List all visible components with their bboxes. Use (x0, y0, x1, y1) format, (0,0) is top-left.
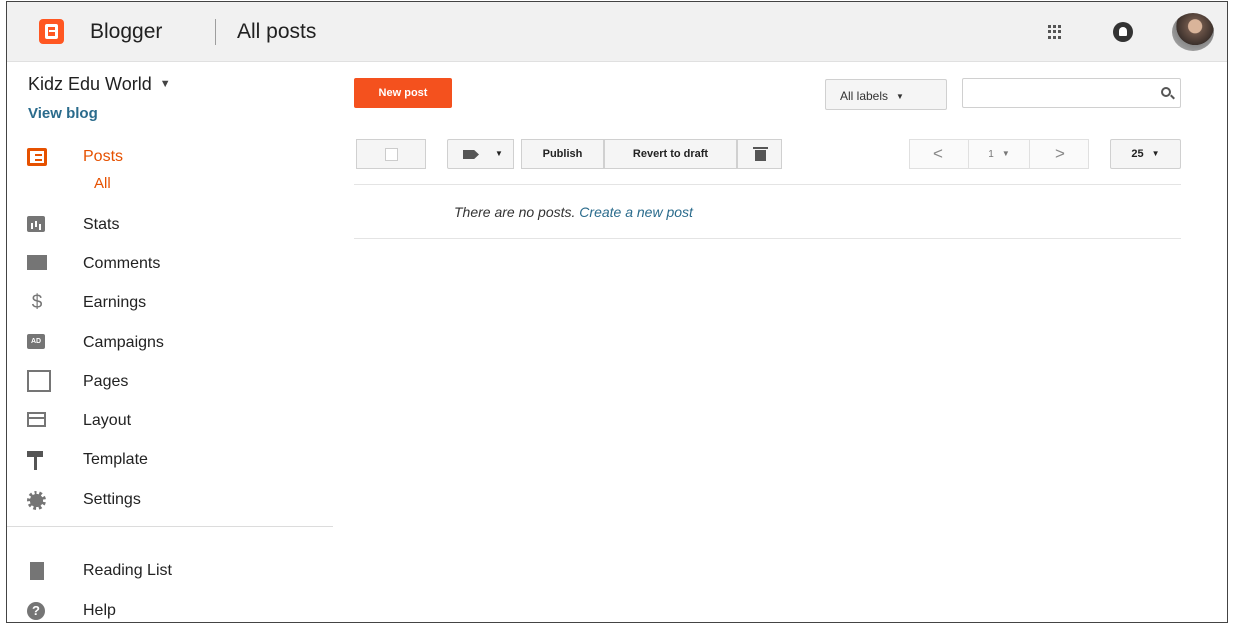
sidebar-item-label: Help (83, 602, 116, 619)
header-divider (215, 19, 216, 45)
blogger-logo-icon[interactable] (39, 19, 64, 44)
tag-icon (463, 150, 479, 159)
sidebar-item-label: Posts (83, 148, 124, 165)
labels-filter-dropdown[interactable]: All labels ▼ (825, 79, 947, 110)
sidebar-item-label: Comments (83, 255, 161, 272)
create-post-link[interactable]: Create a new post (579, 204, 693, 220)
chevron-down-icon: ▼ (1001, 149, 1010, 158)
notifications-icon[interactable] (1113, 22, 1133, 42)
sidebar-item-label: Stats (83, 216, 120, 233)
sidebar-item-earnings[interactable]: $ Earnings (7, 286, 333, 320)
sidebar-item-comments[interactable]: Comments (7, 247, 333, 281)
settings-icon (27, 491, 46, 510)
sidebar-item-label: Layout (83, 412, 132, 429)
comments-icon (27, 255, 47, 270)
sidebar-item-stats[interactable]: Stats (7, 208, 333, 242)
delete-button[interactable] (737, 139, 782, 169)
list-top-divider (354, 184, 1181, 185)
page-number: 1 (988, 149, 994, 160)
publish-button[interactable]: Publish (521, 139, 604, 169)
select-all-checkbox[interactable] (356, 139, 426, 169)
sidebar-item-label: Pages (83, 373, 129, 390)
reading-list-icon (30, 562, 44, 580)
posts-per-page-dropdown[interactable]: 25 ▼ (1110, 139, 1181, 169)
avatar[interactable] (1172, 13, 1214, 51)
layout-icon (27, 412, 46, 427)
stats-icon (27, 216, 45, 232)
pages-icon (27, 370, 51, 392)
chevron-down-icon: ▼ (1151, 149, 1160, 158)
search-icon[interactable] (1161, 87, 1171, 97)
sidebar-item-settings[interactable]: Settings (7, 483, 333, 517)
page-title: All posts (237, 20, 317, 43)
sidebar-item-label: Campaigns (83, 334, 164, 351)
sidebar-item-campaigns[interactable]: AD Campaigns (7, 326, 333, 360)
sidebar-item-label: Earnings (83, 294, 147, 311)
trash-icon (753, 147, 768, 161)
sidebar: Kidz Edu World ▼ View blog Posts All Stat… (7, 62, 333, 622)
sidebar-item-layout[interactable]: Layout (7, 404, 333, 438)
help-icon: ? (27, 602, 45, 620)
page-number-dropdown[interactable]: 1 ▼ (968, 140, 1030, 168)
sidebar-item-template[interactable]: Template (7, 443, 333, 477)
posts-icon (27, 148, 47, 166)
sidebar-item-label: Settings (83, 491, 141, 508)
sidebar-divider (7, 526, 333, 527)
search-input[interactable] (962, 78, 1181, 108)
sidebar-item-pages[interactable]: Pages (7, 365, 333, 399)
empty-state-text: There are no posts. (454, 204, 576, 220)
blog-name: Kidz Edu World (28, 74, 152, 94)
earnings-icon: $ (31, 292, 43, 313)
list-bottom-divider (354, 238, 1181, 239)
campaigns-icon: AD (27, 334, 45, 349)
pagination: < 1 ▼ > (909, 139, 1089, 169)
sidebar-subitem-all[interactable]: All (94, 175, 111, 192)
next-page-button[interactable]: > (1032, 140, 1088, 168)
sidebar-item-posts[interactable]: Posts (7, 140, 333, 174)
chevron-down-icon: ▼ (495, 149, 503, 158)
sidebar-item-label: Template (83, 451, 148, 468)
checkbox[interactable] (385, 148, 398, 161)
chevron-down-icon: ▼ (896, 92, 904, 101)
sidebar-item-label: Reading List (83, 562, 172, 579)
label-menu-button[interactable]: ▼ (447, 139, 514, 169)
chevron-down-icon: ▼ (159, 78, 171, 90)
template-icon (27, 451, 47, 470)
brand-name[interactable]: Blogger (90, 20, 162, 44)
new-post-button[interactable]: New post (354, 78, 452, 108)
top-bar: Blogger All posts (7, 2, 1227, 62)
prev-page-button[interactable]: < (910, 140, 966, 168)
empty-state-message: There are no posts. Create a new post (454, 204, 693, 220)
labels-filter-label: All labels (840, 89, 889, 103)
apps-grid-icon[interactable] (1048, 25, 1062, 39)
posts-per-page-value: 25 (1131, 148, 1144, 160)
sidebar-item-reading-list[interactable]: Reading List (7, 554, 333, 588)
blogger-window: Blogger All posts Kidz Edu World ▼ View b… (6, 1, 1228, 623)
sidebar-item-help[interactable]: ? Help (7, 594, 333, 622)
view-blog-link[interactable]: View blog (28, 105, 98, 122)
revert-to-draft-button[interactable]: Revert to draft (604, 139, 737, 169)
blog-selector[interactable]: Kidz Edu World ▼ (28, 74, 171, 95)
